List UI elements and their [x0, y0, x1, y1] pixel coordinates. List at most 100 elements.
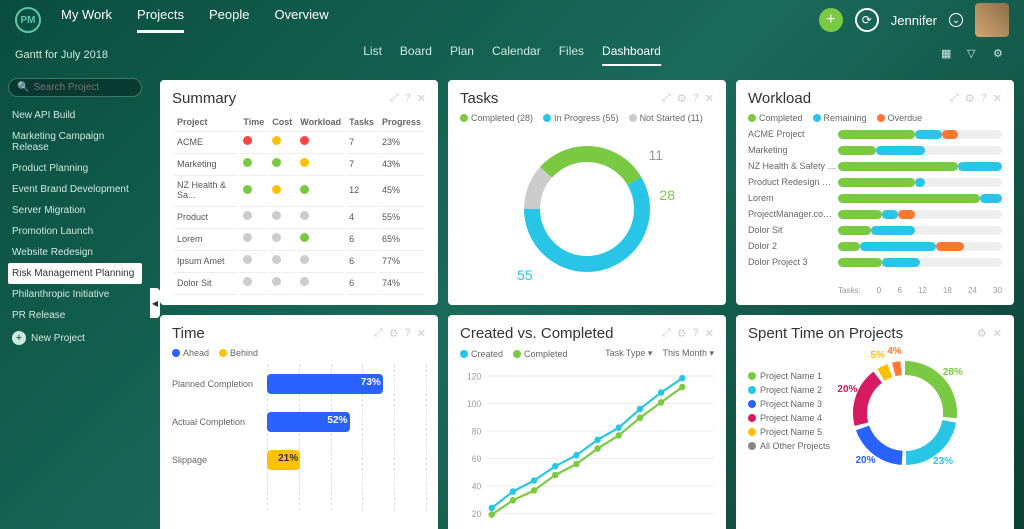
sidebar-item[interactable]: Website Redesign [8, 242, 142, 263]
time-row: Planned Completion73% [172, 374, 426, 394]
workload-row: NZ Health & Safety De... [748, 161, 1002, 171]
workload-row: ProjectManager.com ... [748, 209, 1002, 219]
donut-val-notstarted: 11 [648, 147, 663, 163]
gear-icon[interactable]: ⚙ [389, 327, 399, 340]
close-icon[interactable]: ✕ [417, 327, 426, 340]
sidebar: 🔍 New API BuildMarketing Campaign Releas… [0, 70, 150, 529]
time-row: Actual Completion52% [172, 412, 426, 432]
donut-val-completed: 28 [659, 187, 675, 203]
gear-icon[interactable]: ⚙ [977, 327, 987, 340]
filter-select[interactable]: Task Type ▾ [605, 348, 652, 359]
tab-files[interactable]: Files [559, 44, 584, 66]
sidebar-item[interactable]: PR Release [8, 305, 142, 326]
add-button[interactable]: + [819, 8, 843, 32]
table-row[interactable]: Lorem665% [174, 228, 424, 248]
expand-icon[interactable]: ⤢ [662, 327, 671, 340]
search-input[interactable] [33, 82, 133, 93]
sidebar-item[interactable]: Server Migration [8, 200, 142, 221]
sidebar-item[interactable]: Product Planning [8, 158, 142, 179]
expand-icon[interactable]: ⤢ [950, 92, 959, 105]
svg-text:20: 20 [472, 509, 482, 519]
sidebar-item[interactable]: New API Build [8, 105, 142, 126]
card-title: Tasks [460, 90, 498, 107]
time-row: Slippage21% [172, 450, 426, 470]
legend-item: Overdue [877, 113, 923, 123]
help-icon[interactable]: ? [405, 327, 411, 340]
sub-bar: Gantt for July 2018 ListBoardPlanCalenda… [0, 40, 1024, 70]
close-icon[interactable]: ✕ [705, 92, 714, 105]
gear-icon[interactable]: ⚙ [965, 92, 975, 105]
svg-text:80: 80 [472, 426, 482, 436]
card-workload: Workload ⤢⚙?✕ CompletedRemainingOverdue … [736, 80, 1014, 305]
gear-icon[interactable]: ⚙ [677, 92, 687, 105]
col-header: Time [240, 115, 267, 129]
table-row[interactable]: Dolor Sit674% [174, 272, 424, 292]
card-tasks: Tasks ⤢⚙?✕ Completed (28)In Progress (55… [448, 80, 726, 305]
sidebar-item[interactable]: Promotion Launch [8, 221, 142, 242]
avatar[interactable] [975, 3, 1009, 37]
tasks-donut: 11 28 55 [517, 139, 657, 279]
donut-val-inprogress: 55 [517, 267, 533, 283]
legend-item: Behind [219, 348, 258, 358]
sidebar-item[interactable]: Risk Management Planning [8, 263, 142, 284]
help-icon[interactable]: ? [693, 92, 699, 105]
table-row[interactable]: Dolor 21165% [174, 294, 424, 295]
card-title: Workload [748, 90, 811, 107]
col-header: Workload [297, 115, 344, 129]
close-icon[interactable]: ✕ [705, 327, 714, 340]
legend-item: Ahead [172, 348, 209, 358]
card-time: Time ⤢ ⚙? ✕ Ahead Behind Planned Completion… [160, 315, 438, 529]
legend-item: Project Name 3 [748, 399, 830, 409]
search-box[interactable]: 🔍 [8, 78, 142, 97]
gear-icon[interactable]: ⚙ [677, 327, 687, 340]
tab-plan[interactable]: Plan [450, 44, 474, 66]
table-row[interactable]: Ipsum Amet677% [174, 250, 424, 270]
sidebar-collapse-handle[interactable]: ◀ [150, 288, 160, 318]
sidebar-item[interactable]: Philanthropic Initiative [8, 284, 142, 305]
card-title: Time [172, 325, 205, 342]
expand-icon[interactable]: ⤢ [662, 92, 671, 105]
expand-icon[interactable]: ⤢ [390, 92, 399, 105]
new-project-label: New Project [31, 333, 85, 344]
legend-item: Project Name 2 [748, 385, 830, 395]
legend-item: Completed [513, 349, 568, 359]
settings-icon[interactable]: ⚙ [993, 47, 1009, 63]
table-row[interactable]: NZ Health & Sa...1245% [174, 175, 424, 204]
help-icon[interactable]: ? [405, 92, 411, 105]
workload-row: Dolor Project 3 [748, 257, 1002, 267]
nav-overview[interactable]: Overview [275, 7, 329, 33]
expand-icon[interactable]: ⤢ [374, 327, 383, 340]
filter-select[interactable]: This Month ▾ [662, 348, 714, 359]
view-tabs: List Board Plan Calendar Files Dashboard [363, 44, 661, 66]
tab-board[interactable]: Board [400, 44, 432, 66]
table-row[interactable]: Marketing743% [174, 153, 424, 173]
filter-icon[interactable]: ▽ [967, 47, 983, 63]
sidebar-item[interactable]: Event Brand Development [8, 179, 142, 200]
grid-icon[interactable]: ▦ [941, 47, 957, 63]
nav-my-work[interactable]: My Work [61, 7, 112, 33]
legend-item: Not Started (11) [629, 113, 703, 123]
workload-row: ACME Project [748, 129, 1002, 139]
user-dropdown-icon[interactable]: ⌄ [949, 13, 963, 27]
tab-list[interactable]: List [363, 44, 382, 66]
new-project-button[interactable]: + New Project [8, 326, 142, 350]
search-icon: 🔍 [17, 82, 29, 93]
legend-item: In Progress (55) [543, 113, 619, 123]
close-icon[interactable]: ✕ [993, 92, 1002, 105]
close-icon[interactable]: ✕ [417, 92, 426, 105]
table-row[interactable]: ACME723% [174, 131, 424, 151]
table-row[interactable]: Product455% [174, 206, 424, 226]
nav-projects[interactable]: Projects [137, 7, 184, 33]
tab-dashboard[interactable]: Dashboard [602, 44, 661, 66]
tab-calendar[interactable]: Calendar [492, 44, 541, 66]
legend-item: All Other Projects [748, 441, 830, 451]
timer-button[interactable]: ⟳ [855, 8, 879, 32]
help-icon[interactable]: ? [981, 92, 987, 105]
help-icon[interactable]: ? [693, 327, 699, 340]
sidebar-item[interactable]: Marketing Campaign Release [8, 126, 142, 158]
close-icon[interactable]: ✕ [993, 327, 1002, 340]
dashboard-content: Summary ⤢?✕ ProjectTimeCostWorkloadTasks… [150, 70, 1024, 529]
nav-people[interactable]: People [209, 7, 249, 33]
user-name[interactable]: Jennifer [891, 13, 937, 28]
logo[interactable]: PM [15, 7, 41, 33]
